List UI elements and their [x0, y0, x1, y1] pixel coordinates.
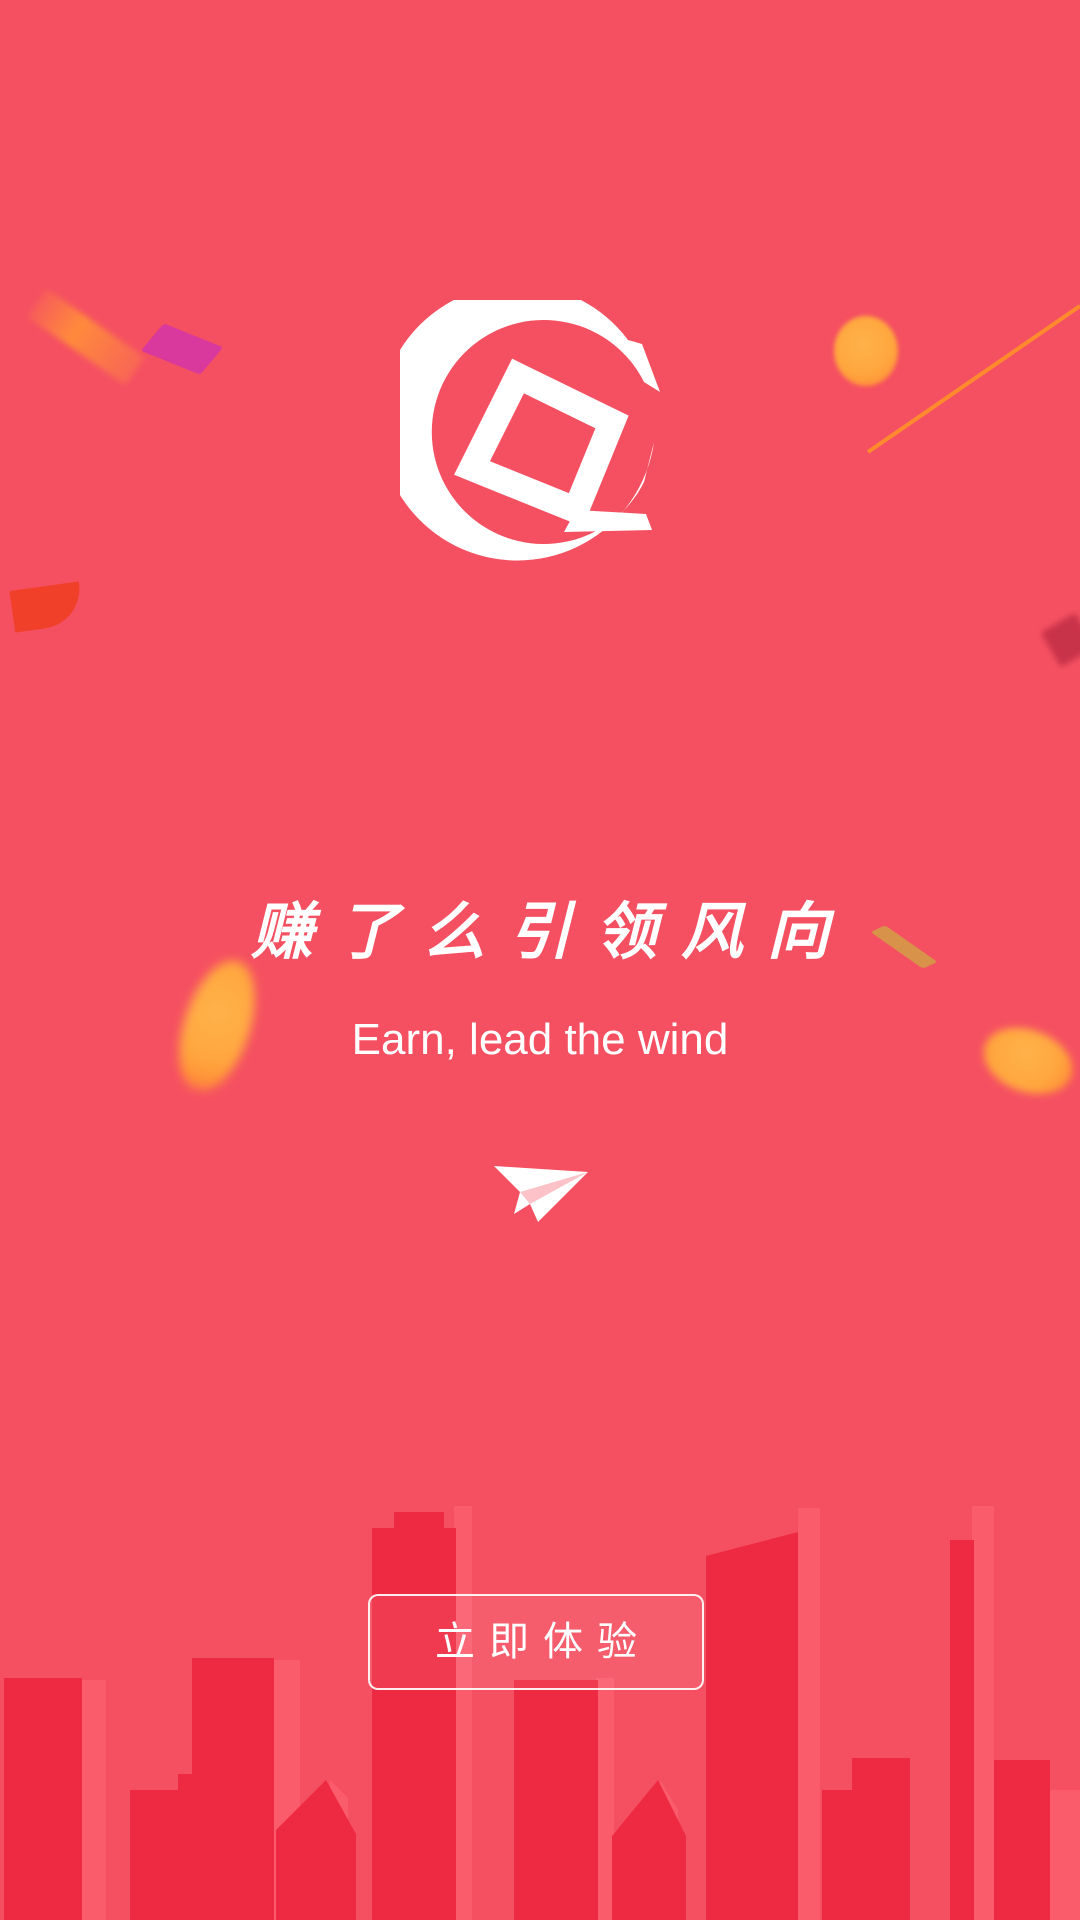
slogan-chinese: 赚了么引领风向	[250, 895, 853, 968]
brand-logo-icon	[400, 300, 660, 561]
coin-top-right	[834, 316, 898, 386]
start-experience-label: 立即体验	[435, 1619, 651, 1665]
city-skyline	[4, 1506, 1080, 1920]
start-experience-button[interactable]: 立即体验	[368, 1594, 704, 1690]
confetti-orange-ribbon	[27, 288, 145, 386]
confetti-red-curl	[9, 581, 85, 633]
paper-plane-icon	[494, 1166, 588, 1222]
confetti-line	[866, 304, 1080, 454]
confetti-magenta-ribbon	[140, 323, 224, 375]
splash-screen: 赚了么引领风向 Earn, lead the wind 立即体验	[0, 0, 1080, 1920]
confetti-dark-shard	[1040, 612, 1080, 668]
slogan-english: Earn, lead the wind	[351, 1015, 729, 1064]
